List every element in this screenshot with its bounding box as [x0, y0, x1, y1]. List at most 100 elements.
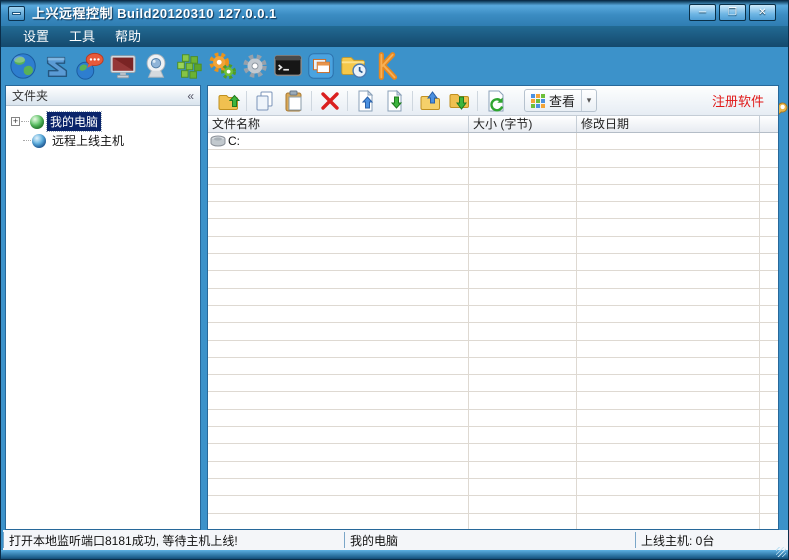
earth-remote-icon[interactable]	[7, 50, 40, 82]
folder-upload-icon[interactable]	[416, 88, 445, 114]
empty-cell	[760, 496, 778, 513]
empty-cell	[208, 375, 469, 392]
tree-item-label[interactable]: 我的电脑	[47, 112, 101, 131]
gear-gray-icon[interactable]	[238, 50, 271, 82]
empty-cell	[208, 323, 469, 340]
empty-cell	[577, 289, 760, 306]
empty-cell	[469, 168, 577, 185]
empty-cell	[469, 358, 577, 375]
folder-up-icon[interactable]	[214, 88, 243, 114]
expand-icon[interactable]: +	[11, 117, 20, 126]
menu-help[interactable]: 帮助	[105, 26, 151, 47]
table-row-empty	[208, 202, 778, 219]
empty-cell	[760, 375, 778, 392]
table-row-empty	[208, 323, 778, 340]
empty-cell	[469, 444, 577, 461]
view-grid-icon	[531, 94, 545, 108]
app-window: 上兴远程控制 Build20120310 127.0.0.1 ─ ❐ ✕ 设置 …	[0, 0, 789, 560]
empty-cell	[760, 254, 778, 271]
empty-cell	[760, 358, 778, 375]
tree-item-my-computer[interactable]: + 我的电脑	[6, 112, 200, 131]
menu-tools[interactable]: 工具	[59, 26, 105, 47]
copy-icon[interactable]	[250, 88, 279, 114]
empty-cell	[577, 514, 760, 529]
status-context: 我的电脑	[344, 532, 635, 548]
title-bar: 上兴远程控制 Build20120310 127.0.0.1 ─ ❐ ✕	[1, 1, 788, 26]
empty-cell	[760, 410, 778, 427]
menu-settings[interactable]: 设置	[13, 26, 59, 47]
empty-cell	[577, 358, 760, 375]
empty-cell	[760, 479, 778, 496]
empty-cell	[577, 168, 760, 185]
empty-cell	[760, 323, 778, 340]
column-header-size[interactable]: 大小 (字节)	[469, 116, 577, 132]
table-row-empty	[208, 392, 778, 409]
empty-cell	[577, 462, 760, 479]
resize-grip[interactable]	[776, 547, 786, 557]
cmd-terminal-icon[interactable]	[271, 50, 304, 82]
window-manager-icon[interactable]	[304, 50, 337, 82]
main-toolbar: 上线端口 连接密码 更改	[1, 47, 788, 85]
k-settings-icon[interactable]	[370, 50, 403, 82]
empty-cell	[760, 271, 778, 288]
empty-cell	[577, 341, 760, 358]
folder-schedule-icon[interactable]	[337, 50, 370, 82]
file-table-body: C:	[208, 133, 778, 529]
column-header-modified[interactable]: 修改日期	[577, 116, 760, 132]
content-area: 文件夹 « + 我的电脑 远程上线主机	[5, 85, 779, 530]
status-hosts-count: 上线主机: 0台	[635, 532, 788, 548]
table-row-empty	[208, 427, 778, 444]
delete-icon[interactable]	[315, 88, 344, 114]
empty-cell	[760, 462, 778, 479]
table-row[interactable]: C:	[208, 133, 778, 150]
empty-cell	[208, 514, 469, 529]
screen-monitor-icon[interactable]	[106, 50, 139, 82]
chat-globe-icon[interactable]	[73, 50, 106, 82]
gears-color-icon[interactable]	[205, 50, 238, 82]
empty-cell	[208, 462, 469, 479]
empty-cell	[208, 150, 469, 167]
empty-cell	[208, 289, 469, 306]
table-row-empty	[208, 168, 778, 185]
register-software-link[interactable]: 注册软件	[712, 91, 764, 110]
empty-cell	[577, 444, 760, 461]
collapse-panel-icon[interactable]: «	[187, 90, 194, 102]
tree-item-label[interactable]: 远程上线主机	[49, 131, 127, 150]
table-row-empty	[208, 462, 778, 479]
file-download-icon[interactable]	[380, 88, 409, 114]
close-button[interactable]: ✕	[749, 4, 776, 21]
empty-cell	[208, 358, 469, 375]
paste-icon[interactable]	[279, 88, 308, 114]
column-header-extra[interactable]	[760, 116, 778, 132]
column-header-filename[interactable]: 文件名称	[208, 116, 469, 132]
empty-cell	[208, 254, 469, 271]
green-cubes-icon[interactable]	[172, 50, 205, 82]
empty-cell	[469, 219, 577, 236]
table-row-empty	[208, 444, 778, 461]
file-upload-icon[interactable]	[351, 88, 380, 114]
empty-cell	[469, 462, 577, 479]
empty-cell	[208, 427, 469, 444]
empty-cell	[469, 306, 577, 323]
view-dropdown-icon[interactable]: ▾	[581, 90, 596, 111]
script-scroll-icon[interactable]	[40, 50, 73, 82]
empty-cell	[469, 375, 577, 392]
empty-cell	[760, 289, 778, 306]
refresh-icon[interactable]	[481, 88, 510, 114]
empty-cell	[208, 168, 469, 185]
empty-cell	[208, 185, 469, 202]
empty-cell	[577, 254, 760, 271]
view-button[interactable]: 查看 ▾	[524, 89, 597, 112]
maximize-button[interactable]: ❐	[719, 4, 746, 21]
table-row-empty	[208, 341, 778, 358]
empty-cell	[469, 150, 577, 167]
webcam-icon[interactable]	[139, 50, 172, 82]
table-header: 文件名称 大小 (字节) 修改日期	[208, 116, 778, 133]
folder-download-icon[interactable]	[445, 88, 474, 114]
empty-cell	[760, 219, 778, 236]
table-row-empty	[208, 237, 778, 254]
tree-item-remote-hosts[interactable]: 远程上线主机	[6, 131, 200, 150]
empty-cell	[208, 237, 469, 254]
minimize-button[interactable]: ─	[689, 4, 716, 21]
empty-cell	[760, 237, 778, 254]
